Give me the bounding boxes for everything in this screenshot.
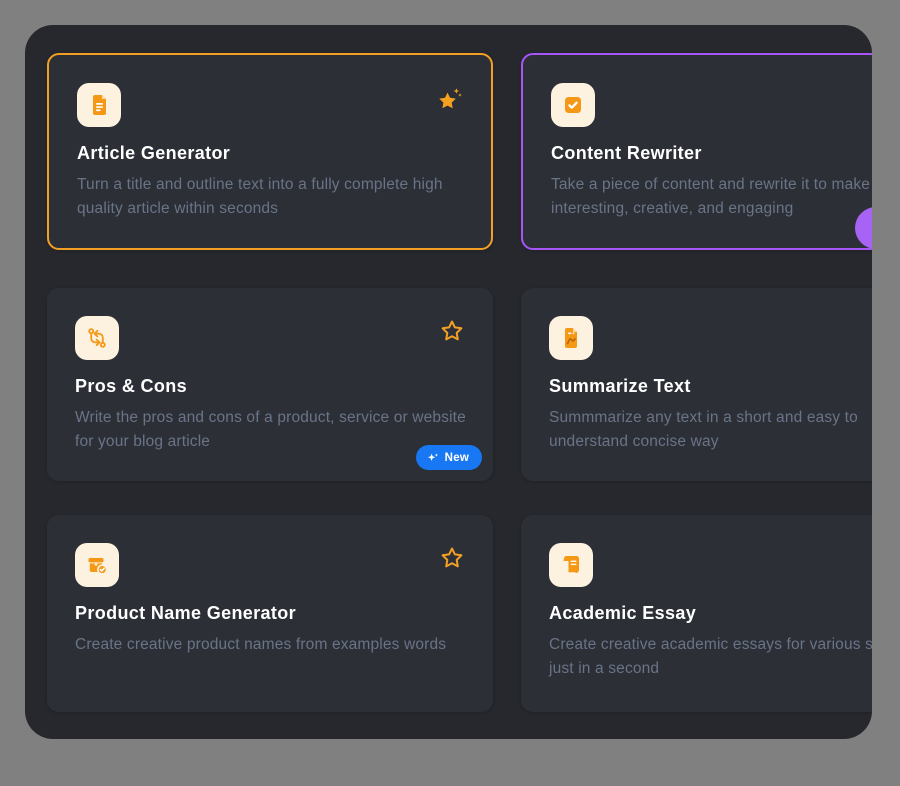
card-title: Summarize Text: [549, 376, 872, 397]
card-pros-and-cons[interactable]: Pros & Cons Write the pros and cons of a…: [47, 288, 493, 481]
card-description: Create creative academic essays for vari…: [549, 633, 872, 681]
favorite-star-outline-icon[interactable]: [439, 318, 465, 344]
card-description: Summmarize any text in a short and easy …: [549, 406, 872, 454]
compare-arrows-icon: [75, 316, 119, 360]
card-academic-essay[interactable]: Academic Essay Create creative academic …: [521, 515, 872, 712]
card-article-generator[interactable]: Article Generator Turn a title and outli…: [47, 53, 493, 250]
new-badge-label: New: [445, 452, 469, 464]
card-content-rewriter[interactable]: Content Rewriter Take a piece of content…: [521, 53, 872, 250]
card-title: Pros & Cons: [75, 376, 465, 397]
checkbox-icon: [551, 83, 595, 127]
card-description: Take a piece of content and rewrite it t…: [551, 173, 872, 221]
article-document-icon: [77, 83, 121, 127]
new-badge: New: [416, 445, 482, 470]
tools-panel: Article Generator Turn a title and outli…: [25, 25, 872, 739]
card-description: Turn a title and outline text into a ful…: [77, 173, 469, 221]
sparkle-icon: [427, 452, 439, 464]
card-title: Product Name Generator: [75, 603, 465, 624]
card-description: Create creative product names from examp…: [75, 633, 467, 657]
favorite-star-filled-icon[interactable]: [437, 85, 463, 111]
favorite-star-outline-icon[interactable]: [439, 545, 465, 571]
scroll-icon: [549, 543, 593, 587]
card-description: Write the pros and cons of a product, se…: [75, 406, 467, 454]
card-title: Article Generator: [77, 143, 463, 164]
card-product-name-generator[interactable]: Product Name Generator Create creative p…: [47, 515, 493, 712]
package-check-icon: [75, 543, 119, 587]
summary-file-icon: [549, 316, 593, 360]
card-title: Content Rewriter: [551, 143, 872, 164]
card-summarize-text[interactable]: Summarize Text Summmarize any text in a …: [521, 288, 872, 481]
card-title: Academic Essay: [549, 603, 872, 624]
